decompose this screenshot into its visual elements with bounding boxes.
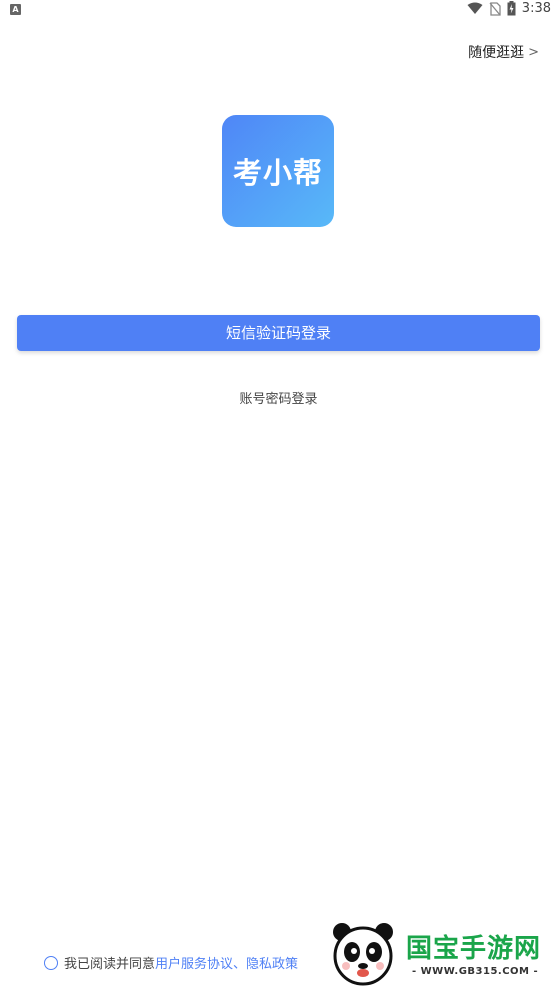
agreement-prefix: 我已阅读并同意 [64,957,156,972]
sms-login-button[interactable]: 短信验证码登录 [17,315,540,351]
password-login-link[interactable]: 账号密码登录 [0,388,557,407]
watermark: 国宝手游网 - WWW.GB315.COM - [308,898,557,993]
status-bar: A 3:38 [0,0,557,20]
status-time: 3:38 [521,1,551,16]
battery-charging-icon [507,1,516,16]
chevron-right-icon: > [528,44,539,60]
notification-badge-icon: A [10,4,21,15]
browse-around-label: 随便逛逛 [468,45,525,61]
panda-logo-icon [333,923,393,986]
no-sim-icon [489,1,501,16]
status-icons: 3:38 [467,1,551,16]
agreement-row: 我已阅读并同意 用户服务协议 、 隐私政策 [44,953,298,972]
user-agreement-link[interactable]: 用户服务协议 [155,953,233,972]
app-logo-text: 考小帮 [232,156,323,190]
app-logo: 考小帮 [222,115,334,227]
watermark-title: 国宝手游网 [406,934,542,964]
browse-around-link[interactable]: 随便逛逛 > [468,42,539,62]
wifi-icon [467,2,483,14]
watermark-subtitle: - WWW.GB315.COM - [412,966,539,977]
agreement-separator: 、 [233,957,247,972]
privacy-policy-link[interactable]: 隐私政策 [246,953,298,972]
agree-radio[interactable] [44,955,58,970]
